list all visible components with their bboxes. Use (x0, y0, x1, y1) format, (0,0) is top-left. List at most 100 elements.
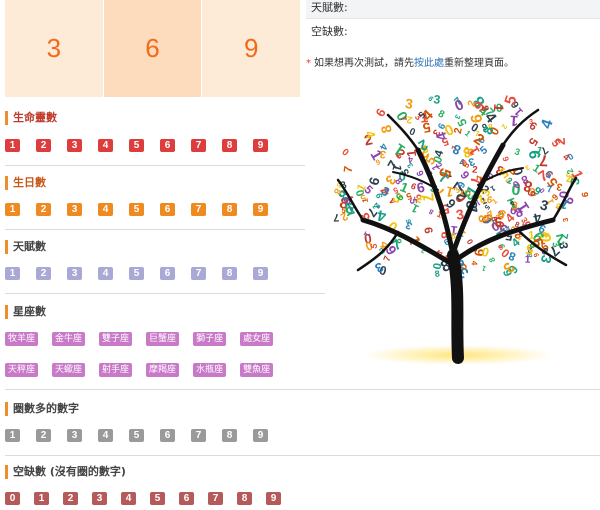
retest-note: * 如果想再次測試，請先按此處重新整理頁面。 (306, 54, 514, 69)
talent-badge-7[interactable]: 7 (191, 267, 206, 280)
birthday-badge-9[interactable]: 9 (253, 203, 268, 216)
section-most-circled: 圈數多的數字 (5, 402, 79, 416)
talent-badge-2[interactable]: 2 (36, 267, 51, 280)
most-badge-9[interactable]: 9 (253, 429, 268, 442)
life-badge-8[interactable]: 8 (222, 139, 237, 152)
life-badge-6[interactable]: 6 (160, 139, 175, 152)
tree-digit: 2 (452, 127, 465, 135)
life-badge-2[interactable]: 2 (36, 139, 51, 152)
section-title-talent: 天賦數 (5, 240, 46, 254)
most-badge-1[interactable]: 1 (5, 429, 20, 442)
birthday-badge-8[interactable]: 8 (222, 203, 237, 216)
life-badge-3[interactable]: 3 (67, 139, 82, 152)
grid-cell-3: 9 (202, 0, 302, 97)
birthday-badge-2[interactable]: 2 (36, 203, 51, 216)
talent-badge-5[interactable]: 5 (129, 267, 144, 280)
section-life-number: 生命靈數 (5, 111, 57, 125)
most-badge-2[interactable]: 2 (36, 429, 51, 442)
section-birthday: 生日數 (5, 176, 46, 190)
section-title-zodiac: 星座數 (5, 305, 46, 319)
divider (5, 229, 305, 230)
missing-badge-0[interactable]: 0 (5, 492, 20, 505)
birthday-badge-4[interactable]: 4 (98, 203, 113, 216)
life-number-badges: 1 2 3 4 5 6 7 8 9 (5, 139, 284, 152)
section-title-life: 生命靈數 (5, 111, 57, 125)
talent-badges: 1 2 3 4 5 6 7 8 9 (5, 267, 284, 280)
missing-badge-4[interactable]: 4 (121, 492, 136, 505)
zodiac-badge-aquarius[interactable]: 水瓶座 (193, 363, 227, 377)
most-badge-7[interactable]: 7 (191, 429, 206, 442)
note-prefix: 如果想再次測試，請先 (314, 58, 414, 69)
section-zodiac: 星座數 (5, 305, 46, 319)
tree-digit: 8 (428, 207, 435, 216)
tree-digit: 9 (580, 192, 588, 198)
most-badge-6[interactable]: 6 (160, 429, 175, 442)
zodiac-badge-cancer[interactable]: 巨蟹座 (146, 332, 180, 346)
zodiac-badge-virgo[interactable]: 處女座 (240, 332, 274, 346)
tree-digit: 1 (481, 264, 488, 274)
life-badge-7[interactable]: 7 (191, 139, 206, 152)
section-missing: 空缺數 (沒有圈的數字) (5, 465, 126, 479)
talent-badge-1[interactable]: 1 (5, 267, 20, 280)
section-title-missing: 空缺數 (沒有圈的數字) (5, 465, 126, 479)
talent-badge-4[interactable]: 4 (98, 267, 113, 280)
tree-digit: 7 (418, 192, 436, 202)
zodiac-badge-pisces[interactable]: 雙魚座 (240, 363, 274, 377)
tree-digit: 3 (561, 217, 571, 223)
section-title-most: 圈數多的數字 (5, 402, 79, 416)
tree-digit: 6 (373, 106, 389, 119)
missing-badge-6[interactable]: 6 (179, 492, 194, 505)
missing-badge-7[interactable]: 7 (208, 492, 223, 505)
tree-digit: 8 (487, 256, 497, 264)
tree-digit: 8 (436, 109, 446, 122)
zodiac-badge-gemini[interactable]: 雙子座 (99, 332, 133, 346)
missing-badge-1[interactable]: 1 (34, 492, 49, 505)
divider (5, 165, 305, 166)
missing-badge-9[interactable]: 9 (266, 492, 281, 505)
tree-digit: 7 (333, 211, 339, 223)
missing-badge-8[interactable]: 8 (237, 492, 252, 505)
zodiac-badge-capricorn[interactable]: 摩羯座 (146, 363, 180, 377)
tree-digit: 3 (433, 92, 442, 107)
talent-info-label: 天賦數: (311, 1, 348, 14)
talent-badge-3[interactable]: 3 (67, 267, 82, 280)
section-title-birthday: 生日數 (5, 176, 46, 190)
talent-badge-8[interactable]: 8 (222, 267, 237, 280)
birthday-badge-5[interactable]: 5 (129, 203, 144, 216)
tree-digit: 0 (340, 145, 352, 157)
life-badge-9[interactable]: 9 (253, 139, 268, 152)
missing-badge-5[interactable]: 5 (150, 492, 165, 505)
zodiac-badge-leo[interactable]: 獅子座 (193, 332, 227, 346)
missing-badge-2[interactable]: 2 (63, 492, 78, 505)
missing-badge-3[interactable]: 3 (92, 492, 107, 505)
most-badge-4[interactable]: 4 (98, 429, 113, 442)
talent-badge-6[interactable]: 6 (160, 267, 175, 280)
missing-info-label: 空缺數: (311, 25, 348, 38)
birthday-badge-6[interactable]: 6 (160, 203, 175, 216)
tree-digit: 0 (465, 238, 475, 247)
life-badge-5[interactable]: 5 (129, 139, 144, 152)
zodiac-row-1: 牧羊座 金牛座 雙子座 巨蟹座 獅子座 處女座 (5, 332, 287, 346)
most-badge-8[interactable]: 8 (222, 429, 237, 442)
grid-cell-2: 6 (103, 0, 203, 97)
most-badge-3[interactable]: 3 (67, 429, 82, 442)
birthday-badge-3[interactable]: 3 (67, 203, 82, 216)
missing-info-row: 空缺數: (306, 24, 600, 40)
talent-badge-9[interactable]: 9 (253, 267, 268, 280)
refresh-link[interactable]: 按此處 (414, 58, 444, 69)
tree-digit: 4 (470, 261, 479, 266)
zodiac-badge-scorpio[interactable]: 天蠍座 (52, 363, 86, 377)
zodiac-badge-libra[interactable]: 天秤座 (5, 363, 39, 377)
most-badge-5[interactable]: 5 (129, 429, 144, 442)
zodiac-badge-aries[interactable]: 牧羊座 (5, 332, 39, 346)
zodiac-badge-sagittarius[interactable]: 射手座 (99, 363, 133, 377)
missing-badges: 0 1 2 3 4 5 6 7 8 9 (5, 492, 295, 505)
note-suffix: 重新整理頁面。 (444, 58, 514, 69)
zodiac-badge-taurus[interactable]: 金牛座 (52, 332, 86, 346)
birthday-badge-7[interactable]: 7 (191, 203, 206, 216)
life-badge-1[interactable]: 1 (5, 139, 20, 152)
birthday-badge-1[interactable]: 1 (5, 203, 20, 216)
life-badge-4[interactable]: 4 (98, 139, 113, 152)
tree-digit: 5 (549, 138, 562, 150)
result-grid: 3 6 9 (5, 0, 302, 97)
